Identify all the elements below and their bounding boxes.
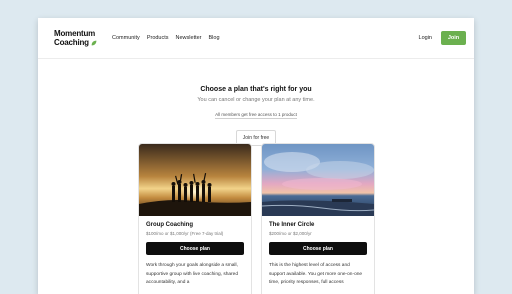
plan-card-group-coaching: Group Coaching $100/mo or $1,000/yr (Fre… xyxy=(138,143,252,294)
nav-link-newsletter[interactable]: Newsletter xyxy=(176,35,202,41)
nav-link-products[interactable]: Products xyxy=(147,35,169,41)
nav-link-blog[interactable]: Blog xyxy=(209,35,220,41)
pricing-header: Choose a plan that's right for you You c… xyxy=(38,59,474,146)
browser-page: Momentum Coaching Community Products New… xyxy=(38,18,474,294)
brand-name-line1: Momentum xyxy=(54,29,96,38)
plan-price: $100/mo or $1,000/yr (Free 7-day trial) xyxy=(146,231,224,236)
nav-links: Community Products Newsletter Blog xyxy=(112,35,220,41)
ocean-sunset-image xyxy=(262,144,374,216)
plan-price: $200/mo or $2,000/yr xyxy=(269,231,312,236)
group-sunset-image xyxy=(139,144,251,216)
plan-card-inner-circle: The Inner Circle $200/mo or $2,000/yr Ch… xyxy=(261,143,375,294)
join-button[interactable]: Join xyxy=(441,31,466,45)
brand-name-line2: Coaching xyxy=(54,38,89,47)
top-navbar: Momentum Coaching Community Products New… xyxy=(38,18,474,59)
plan-card-body: The Inner Circle $200/mo or $2,000/yr Ch… xyxy=(262,216,374,294)
page-title: Choose a plan that's right for you xyxy=(200,86,312,93)
free-access-note: All members get free access to 1 product xyxy=(215,112,297,119)
nav-link-community[interactable]: Community xyxy=(112,35,140,41)
nav-actions: Login Join xyxy=(419,31,466,45)
brand-logo[interactable]: Momentum Coaching xyxy=(54,29,112,47)
plan-title: The Inner Circle xyxy=(269,222,315,228)
choose-plan-button[interactable]: Choose plan xyxy=(269,242,367,255)
login-link[interactable]: Login xyxy=(419,35,432,41)
choose-plan-button[interactable]: Choose plan xyxy=(146,242,244,255)
plan-cards: Group Coaching $100/mo or $1,000/yr (Fre… xyxy=(138,143,375,294)
plan-description: This is the highest level of access and … xyxy=(269,263,363,285)
plan-description: Work through your goals alongside a smal… xyxy=(146,263,238,285)
leaf-icon xyxy=(91,40,97,45)
plan-title: Group Coaching xyxy=(146,222,193,228)
plan-card-body: Group Coaching $100/mo or $1,000/yr (Fre… xyxy=(139,216,251,294)
